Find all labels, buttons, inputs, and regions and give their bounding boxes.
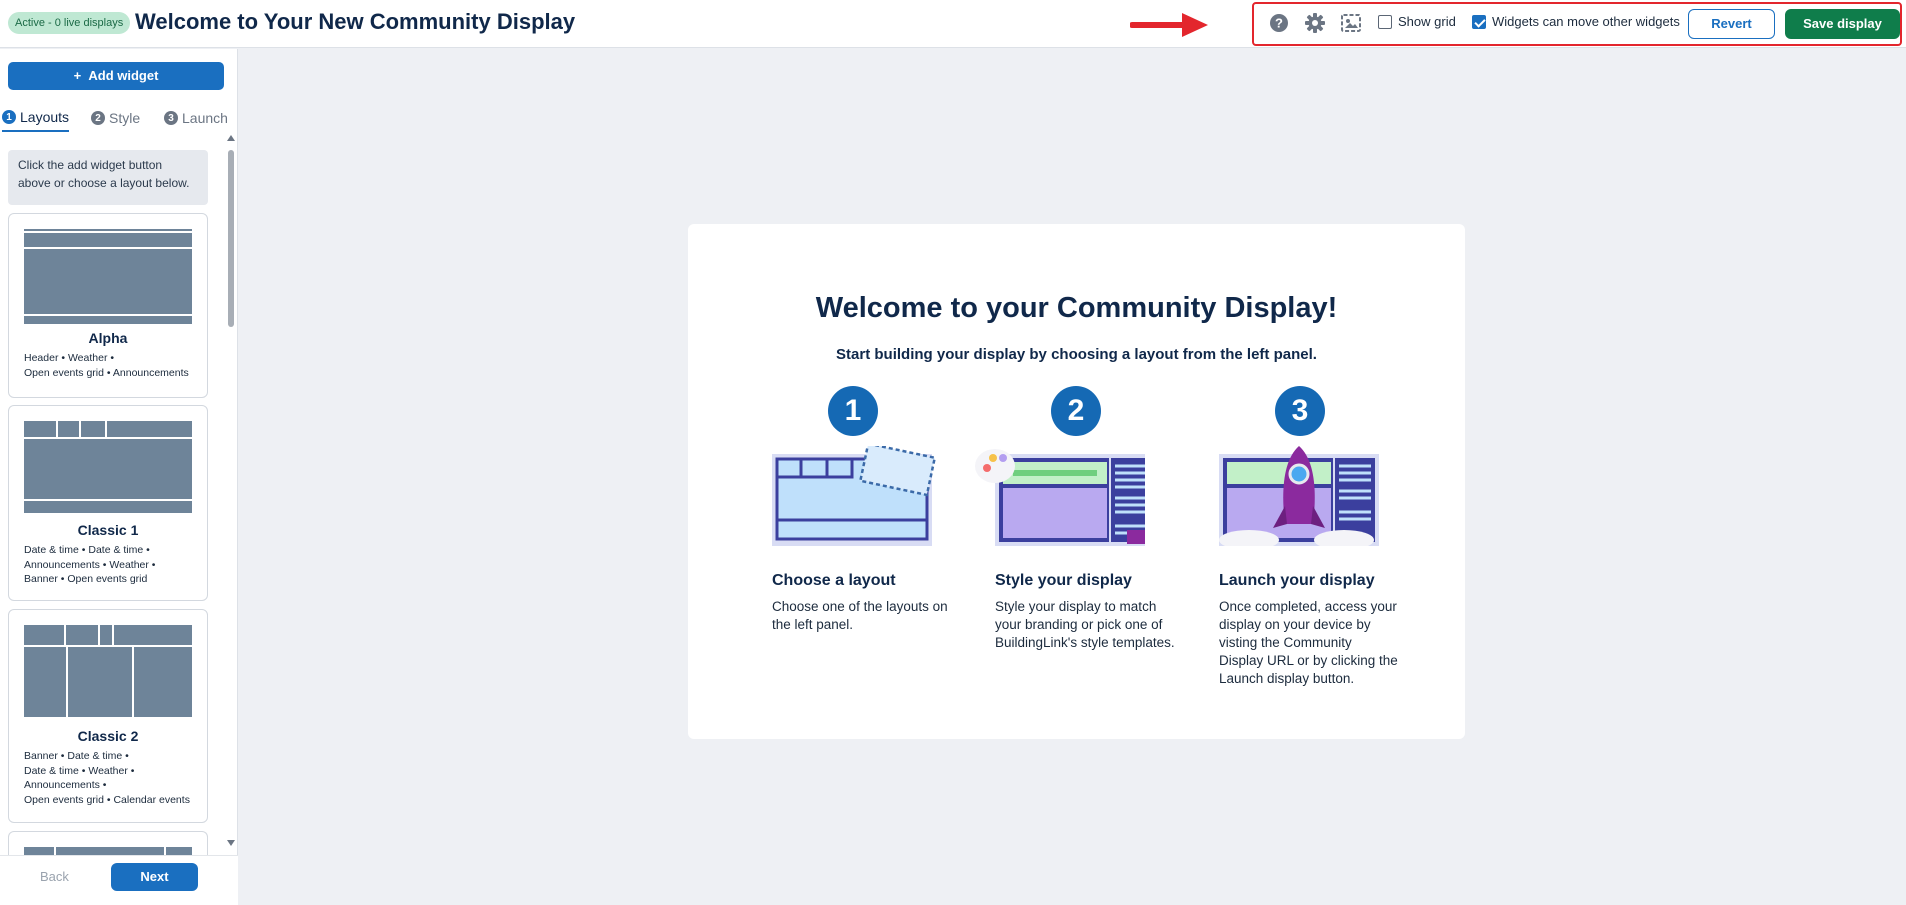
revert-button[interactable]: Revert xyxy=(1688,9,1775,39)
step-number: 1 xyxy=(828,386,878,436)
save-display-button[interactable]: Save display xyxy=(1785,9,1900,39)
sidebar-footer: Back Next xyxy=(0,855,238,905)
panel-tabs: 1 Layouts 2 Style 3 Launch xyxy=(0,104,238,134)
layout-hint: Click the add widget button above or cho… xyxy=(8,150,208,205)
red-arrow-annotation xyxy=(1130,13,1208,37)
back-button[interactable]: Back xyxy=(40,869,69,884)
question-circle-icon[interactable]: ? xyxy=(1268,12,1290,34)
fullscreen-preview-icon[interactable] xyxy=(1340,12,1362,34)
layout-description: Banner • Date & time • Date & time • Wea… xyxy=(24,750,190,806)
tab-layouts[interactable]: 1 Layouts xyxy=(2,104,70,132)
layout-illustration-icon xyxy=(772,446,937,546)
scroll-thumb[interactable] xyxy=(228,150,234,327)
layout-description: Header • Weather • Open events grid • An… xyxy=(24,352,189,379)
plus-icon: + xyxy=(73,68,89,83)
welcome-card: Welcome to your Community Display! Start… xyxy=(688,224,1465,739)
step-text: Style your display to match your brandin… xyxy=(995,599,1175,650)
svg-text:?: ? xyxy=(1275,16,1283,31)
tab-number: 3 xyxy=(164,111,178,125)
step-number: 3 xyxy=(1275,386,1325,436)
tab-number: 2 xyxy=(91,111,105,125)
add-widget-button[interactable]: + Add widget xyxy=(8,62,224,90)
gear-icon[interactable] xyxy=(1304,12,1326,34)
layout-card-classic-1[interactable]: Classic 1 Date & time • Date & time • An… xyxy=(8,405,208,601)
layout-name: Alpha xyxy=(88,330,128,346)
add-widget-label: Add widget xyxy=(88,68,159,83)
step-title: Launch your display xyxy=(1219,572,1375,589)
widgets-move-label: Widgets can move other widgets xyxy=(1492,14,1680,29)
layout-name: Classic 2 xyxy=(77,728,139,744)
sidebar-scrollbar[interactable] xyxy=(226,134,236,849)
scroll-up-icon[interactable] xyxy=(227,134,235,142)
show-grid-label: Show grid xyxy=(1398,14,1456,29)
widgets-move-box[interactable] xyxy=(1472,14,1486,29)
tab-launch[interactable]: 3 Launch xyxy=(164,104,228,132)
show-grid-checkbox[interactable]: Show grid xyxy=(1378,14,1456,29)
status-badge: Active - 0 live displays xyxy=(8,12,131,34)
next-button[interactable]: Next xyxy=(111,863,198,891)
layout-name: Classic 1 xyxy=(77,522,139,538)
show-grid-box[interactable] xyxy=(1378,14,1392,29)
layout-card-alpha[interactable]: Alpha Header • Weather • Open events gri… xyxy=(8,213,208,398)
top-header: Active - 0 live displays Welcome to Your… xyxy=(0,0,1906,48)
left-panel: + Add widget 1 Layouts 2 Style 3 Launch … xyxy=(0,49,238,905)
step-text: Once completed, access your display on y… xyxy=(1219,599,1398,686)
widgets-move-checkbox[interactable]: Widgets can move other widgets xyxy=(1472,14,1680,29)
tab-label: Style xyxy=(109,110,141,126)
layout-card-classic-2[interactable]: Classic 2 Banner • Date & time • Date & … xyxy=(8,609,208,823)
layout-description: Date & time • Date & time • Announcement… xyxy=(24,544,156,585)
scroll-down-icon[interactable] xyxy=(227,839,235,847)
tab-number: 1 xyxy=(2,110,16,124)
tab-label: Layouts xyxy=(20,109,70,125)
step-title: Style your display xyxy=(995,572,1132,589)
page-title: Welcome to Your New Community Display xyxy=(135,9,576,34)
rocket-illustration-icon xyxy=(1219,446,1379,546)
step-text: Choose one of the layouts on the left pa… xyxy=(772,599,948,632)
step-number: 2 xyxy=(1051,386,1101,436)
layout-thumbnail xyxy=(24,229,192,324)
layout-thumbnail xyxy=(24,421,192,513)
welcome-subtitle: Start building your display by choosing … xyxy=(836,346,1317,363)
tab-style[interactable]: 2 Style xyxy=(91,104,140,132)
style-illustration-icon: + xyxy=(975,449,1145,546)
layout-thumbnail xyxy=(24,625,192,717)
welcome-title: Welcome to your Community Display! xyxy=(815,292,1338,324)
tab-label: Launch xyxy=(182,110,228,126)
step-title: Choose a layout xyxy=(772,572,896,589)
svg-text:+: + xyxy=(1141,534,1145,546)
